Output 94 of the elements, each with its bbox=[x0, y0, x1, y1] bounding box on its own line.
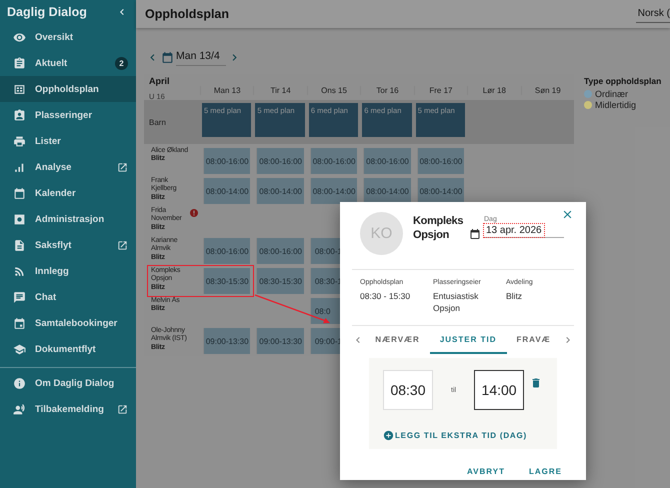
nav-item[interactable]: Oppholdsplan bbox=[0, 76, 136, 102]
info-value: Blitz bbox=[506, 290, 524, 302]
nav-item[interactable]: Analyse bbox=[0, 154, 136, 180]
day-header: Søn 19 bbox=[520, 86, 574, 94]
legend-label: Midlertidig bbox=[595, 100, 636, 110]
nav-item[interactable]: Plasseringer bbox=[0, 102, 136, 128]
nav-label: Lister bbox=[35, 136, 62, 146]
info-icon bbox=[13, 376, 26, 390]
time-cell[interactable]: 09:00-13:30 bbox=[203, 328, 250, 354]
day-header: Lør 18 bbox=[467, 86, 521, 94]
day-header: Ons 15 bbox=[306, 86, 360, 94]
nav-item[interactable]: Dokumentflyt bbox=[0, 336, 136, 362]
nav-label: Saksflyt bbox=[35, 240, 72, 250]
day-header: Tor 16 bbox=[360, 86, 414, 94]
time-cell[interactable]: 08:00-16:00 bbox=[416, 148, 464, 174]
info-value: 08:30 - 15:30 bbox=[360, 290, 412, 302]
person-voice-icon bbox=[13, 402, 26, 416]
calendar-icon bbox=[161, 50, 174, 64]
calendar-icon bbox=[469, 228, 481, 240]
time-cell[interactable]: 08:00-16:00 bbox=[363, 148, 411, 174]
grid-icon bbox=[13, 82, 26, 96]
time-cell[interactable]: 08:30-15:30 bbox=[203, 268, 250, 294]
bar-chart-icon bbox=[13, 160, 26, 174]
time-cell[interactable]: 09:00-13:30 bbox=[256, 328, 304, 354]
row-label: Barn bbox=[148, 118, 167, 126]
time-cell[interactable]: 08:00-16:00 bbox=[256, 148, 304, 174]
time-field[interactable]: 08:30 bbox=[383, 370, 433, 410]
info-value: Entusiastisk Opsjon bbox=[433, 290, 480, 315]
settings-icon bbox=[13, 212, 26, 226]
nav-label: Kalender bbox=[35, 188, 77, 198]
date-field[interactable]: Man 13/4 bbox=[176, 48, 226, 66]
nav-item[interactable]: Kalender bbox=[0, 180, 136, 206]
nav-item[interactable]: Saksflyt bbox=[0, 232, 136, 258]
time-cell[interactable]: 08:00-16:00 bbox=[310, 148, 358, 174]
nav-label: Om Daglig Dialog bbox=[35, 378, 116, 388]
nav-label: Dokumentflyt bbox=[35, 344, 97, 354]
nav-label: Aktuelt bbox=[35, 58, 68, 68]
nav-label: Innlegg bbox=[35, 266, 70, 276]
time-cell[interactable]: 08:00-14:00 bbox=[310, 178, 358, 204]
delete-icon[interactable] bbox=[530, 377, 542, 389]
count-badge: 2 bbox=[115, 56, 128, 70]
nav-item[interactable]: Oversikt bbox=[0, 24, 136, 50]
legend-label: Ordinær bbox=[595, 88, 628, 98]
nav-label: Tilbakemelding bbox=[35, 404, 105, 414]
day-header: Man 13 bbox=[200, 86, 254, 94]
nav-label: Analyse bbox=[35, 162, 72, 172]
calendar-event-icon bbox=[13, 316, 26, 330]
nav-label: Plasseringer bbox=[35, 110, 94, 120]
nav-item[interactable]: Innlegg bbox=[0, 258, 136, 284]
printer-icon bbox=[13, 134, 26, 148]
time-cell[interactable]: 08:00-14:00 bbox=[256, 178, 304, 204]
child-name: Kompleks Opsjon bbox=[413, 214, 464, 243]
person-card-icon bbox=[13, 108, 26, 122]
nav-label: Samtalebookinger bbox=[35, 318, 118, 328]
close-button[interactable] bbox=[561, 208, 574, 221]
nav-item[interactable]: Administrasjon bbox=[0, 206, 136, 232]
nav-label: Oppholdsplan bbox=[35, 84, 100, 94]
language-select[interactable]: Norsk ( bbox=[636, 6, 670, 22]
nav-item[interactable]: Lister bbox=[0, 128, 136, 154]
time-cell[interactable]: 08:00-14:00 bbox=[203, 178, 250, 204]
nav-item[interactable]: Samtalebookinger bbox=[0, 310, 136, 336]
document-icon bbox=[13, 238, 26, 252]
rss-icon bbox=[13, 264, 26, 278]
add-time-link[interactable]: LEGG TIL EKSTRA TID (DAG) bbox=[383, 430, 527, 441]
nav-item[interactable]: Om Daglig Dialog bbox=[0, 370, 136, 396]
time-cell[interactable]: 08:00-14:00 bbox=[416, 178, 464, 204]
nav-item[interactable]: Chat bbox=[0, 284, 136, 310]
time-field[interactable]: 14:00 bbox=[474, 370, 524, 410]
dialog-button[interactable]: LAGRE bbox=[523, 463, 568, 480]
legend-title: Type oppholdsplan bbox=[584, 76, 662, 86]
tab[interactable]: JUSTER TID bbox=[430, 326, 506, 354]
graduation-cap-icon bbox=[13, 342, 26, 356]
clipboard-icon bbox=[13, 56, 26, 70]
calendar-icon bbox=[13, 186, 26, 200]
day-header: Fre 17 bbox=[414, 86, 468, 94]
nav-label: Chat bbox=[35, 292, 58, 302]
nav-label: Administrasjon bbox=[35, 214, 106, 224]
time-cell[interactable]: 08:00-16:00 bbox=[203, 238, 250, 264]
tab[interactable]: NÆRVÆR bbox=[365, 326, 430, 354]
time-cell[interactable]: 08:30-15:30 bbox=[256, 268, 304, 294]
tab[interactable]: FRAVÆ bbox=[506, 326, 561, 354]
app-title: Daglig Dialog bbox=[7, 5, 87, 19]
nav-item[interactable]: Aktuelt 2 bbox=[0, 50, 136, 76]
chat-icon bbox=[13, 290, 26, 304]
time-cell[interactable]: 08:00-16:00 bbox=[256, 238, 304, 264]
time-cell[interactable]: 08:00-14:00 bbox=[363, 178, 411, 204]
day-header: Tir 14 bbox=[253, 86, 307, 94]
nav-item[interactable]: Tilbakemelding bbox=[0, 396, 136, 422]
time-cell[interactable]: 08:00-16:00 bbox=[203, 148, 250, 174]
page-title: Oppholdsplan bbox=[145, 7, 230, 21]
month-label: April bbox=[149, 76, 171, 86]
dialog-button[interactable]: AVBRYT bbox=[461, 463, 511, 480]
eye-icon bbox=[13, 30, 26, 44]
nav-label: Oversikt bbox=[35, 32, 74, 42]
